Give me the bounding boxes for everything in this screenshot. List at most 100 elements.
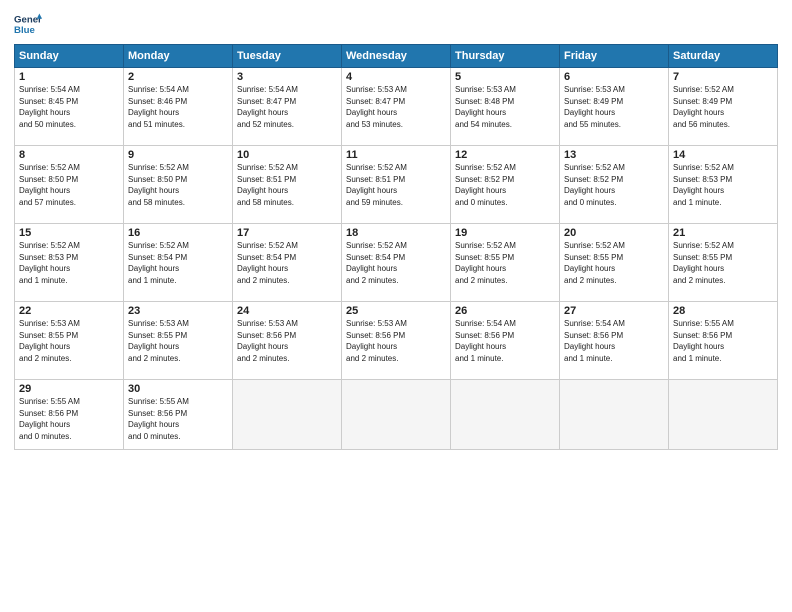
svg-text:General: General [14, 14, 42, 25]
logo-icon: General Blue [14, 10, 42, 38]
calendar-cell: 9 Sunrise: 5:52 AMSunset: 8:50 PMDaylight… [124, 146, 233, 224]
day-info: Sunrise: 5:52 AMSunset: 8:54 PMDaylight … [237, 241, 298, 285]
day-number: 2 [128, 71, 228, 83]
calendar-cell: 18Sunrise: 5:52 AMSunset: 8:54 PMDayligh… [342, 224, 451, 302]
calendar-cell: 26 Sunrise: 5:54 AMSunset: 8:56 PMDayligh… [451, 302, 560, 380]
calendar-cell: 2 Sunrise: 5:54 AMSunset: 8:46 PMDaylight… [124, 68, 233, 146]
day-info: Sunrise: 5:55 AMSunset: 8:56 PMDaylight … [19, 397, 80, 441]
calendar-cell: 27Sunrise: 5:54 AMSunset: 8:56 PMDayligh… [560, 302, 669, 380]
col-header-sunday: Sunday [15, 45, 124, 68]
calendar-cell: 20Sunrise: 5:52 AMSunset: 8:55 PMDayligh… [560, 224, 669, 302]
day-info: Sunrise: 5:52 AMSunset: 8:51 PMDaylight … [346, 163, 407, 207]
day-info: Sunrise: 5:54 AMSunset: 8:56 PMDaylight … [455, 319, 516, 363]
calendar-body: 1 Sunrise: 5:54 AMSunset: 8:45 PMDaylight… [15, 68, 778, 450]
svg-text:Blue: Blue [14, 25, 35, 36]
calendar-cell [233, 380, 342, 450]
day-info: Sunrise: 5:55 AMSunset: 8:56 PMDaylight … [128, 397, 189, 441]
day-number: 9 [128, 149, 228, 161]
calendar-week-5: 29 Sunrise: 5:55 AMSunset: 8:56 PMDayligh… [15, 380, 778, 450]
day-number: 29 [19, 383, 119, 395]
calendar-week-2: 8 Sunrise: 5:52 AMSunset: 8:50 PMDaylight… [15, 146, 778, 224]
calendar-cell: 30 Sunrise: 5:55 AMSunset: 8:56 PMDayligh… [124, 380, 233, 450]
day-number: 4 [346, 71, 446, 83]
day-number: 5 [455, 71, 555, 83]
calendar-cell: 7 Sunrise: 5:52 AMSunset: 8:49 PMDaylight… [669, 68, 778, 146]
day-info: Sunrise: 5:53 AMSunset: 8:56 PMDaylight … [237, 319, 298, 363]
day-number: 1 [19, 71, 119, 83]
calendar-cell: 17 Sunrise: 5:52 AMSunset: 8:54 PMDayligh… [233, 224, 342, 302]
calendar-cell: 16 Sunrise: 5:52 AMSunset: 8:54 PMDayligh… [124, 224, 233, 302]
calendar-cell: 24 Sunrise: 5:53 AMSunset: 8:56 PMDayligh… [233, 302, 342, 380]
day-info: Sunrise: 5:52 AMSunset: 8:55 PMDaylight … [455, 241, 516, 285]
day-number: 25 [346, 305, 446, 317]
day-number: 23 [128, 305, 228, 317]
day-number: 8 [19, 149, 119, 161]
calendar-cell: 4Sunrise: 5:53 AMSunset: 8:47 PMDaylight… [342, 68, 451, 146]
calendar-cell: 12Sunrise: 5:52 AMSunset: 8:52 PMDayligh… [451, 146, 560, 224]
day-info: Sunrise: 5:52 AMSunset: 8:49 PMDaylight … [673, 85, 734, 129]
calendar-cell [669, 380, 778, 450]
day-number: 26 [455, 305, 555, 317]
day-info: Sunrise: 5:54 AMSunset: 8:45 PMDaylight … [19, 85, 80, 129]
day-number: 27 [564, 305, 664, 317]
day-info: Sunrise: 5:54 AMSunset: 8:46 PMDaylight … [128, 85, 189, 129]
calendar-cell: 19 Sunrise: 5:52 AMSunset: 8:55 PMDayligh… [451, 224, 560, 302]
calendar-table: SundayMondayTuesdayWednesdayThursdayFrid… [14, 44, 778, 450]
day-info: Sunrise: 5:53 AMSunset: 8:49 PMDaylight … [564, 85, 625, 129]
day-info: Sunrise: 5:52 AMSunset: 8:55 PMDaylight … [673, 241, 734, 285]
day-number: 30 [128, 383, 228, 395]
day-number: 11 [346, 149, 446, 161]
calendar-week-3: 15 Sunrise: 5:52 AMSunset: 8:53 PMDayligh… [15, 224, 778, 302]
calendar-cell [451, 380, 560, 450]
day-number: 17 [237, 227, 337, 239]
day-number: 16 [128, 227, 228, 239]
col-header-saturday: Saturday [669, 45, 778, 68]
calendar-cell [560, 380, 669, 450]
calendar-cell: 6 Sunrise: 5:53 AMSunset: 8:49 PMDaylight… [560, 68, 669, 146]
calendar-cell: 23 Sunrise: 5:53 AMSunset: 8:55 PMDayligh… [124, 302, 233, 380]
day-info: Sunrise: 5:53 AMSunset: 8:48 PMDaylight … [455, 85, 516, 129]
calendar-cell: 8 Sunrise: 5:52 AMSunset: 8:50 PMDaylight… [15, 146, 124, 224]
day-number: 14 [673, 149, 773, 161]
col-header-wednesday: Wednesday [342, 45, 451, 68]
day-info: Sunrise: 5:53 AMSunset: 8:55 PMDaylight … [19, 319, 80, 363]
day-info: Sunrise: 5:52 AMSunset: 8:52 PMDaylight … [455, 163, 516, 207]
day-number: 3 [237, 71, 337, 83]
day-info: Sunrise: 5:52 AMSunset: 8:53 PMDaylight … [673, 163, 734, 207]
day-number: 6 [564, 71, 664, 83]
day-number: 13 [564, 149, 664, 161]
calendar-week-4: 22 Sunrise: 5:53 AMSunset: 8:55 PMDayligh… [15, 302, 778, 380]
day-info: Sunrise: 5:52 AMSunset: 8:52 PMDaylight … [564, 163, 625, 207]
col-header-friday: Friday [560, 45, 669, 68]
day-number: 10 [237, 149, 337, 161]
calendar-cell: 5 Sunrise: 5:53 AMSunset: 8:48 PMDaylight… [451, 68, 560, 146]
day-info: Sunrise: 5:52 AMSunset: 8:50 PMDaylight … [19, 163, 80, 207]
col-header-tuesday: Tuesday [233, 45, 342, 68]
day-number: 24 [237, 305, 337, 317]
calendar-cell: 1 Sunrise: 5:54 AMSunset: 8:45 PMDaylight… [15, 68, 124, 146]
calendar-cell: 15 Sunrise: 5:52 AMSunset: 8:53 PMDayligh… [15, 224, 124, 302]
col-header-thursday: Thursday [451, 45, 560, 68]
calendar-cell: 3 Sunrise: 5:54 AMSunset: 8:47 PMDaylight… [233, 68, 342, 146]
day-number: 15 [19, 227, 119, 239]
day-info: Sunrise: 5:55 AMSunset: 8:56 PMDaylight … [673, 319, 734, 363]
calendar-cell: 10 Sunrise: 5:52 AMSunset: 8:51 PMDayligh… [233, 146, 342, 224]
page-header: General Blue [14, 10, 778, 38]
calendar-cell [342, 380, 451, 450]
day-number: 21 [673, 227, 773, 239]
calendar-cell: 14 Sunrise: 5:52 AMSunset: 8:53 PMDayligh… [669, 146, 778, 224]
day-number: 19 [455, 227, 555, 239]
day-info: Sunrise: 5:54 AMSunset: 8:47 PMDaylight … [237, 85, 298, 129]
day-info: Sunrise: 5:52 AMSunset: 8:51 PMDaylight … [237, 163, 298, 207]
day-info: Sunrise: 5:52 AMSunset: 8:50 PMDaylight … [128, 163, 189, 207]
day-info: Sunrise: 5:52 AMSunset: 8:54 PMDaylight … [128, 241, 189, 285]
day-number: 22 [19, 305, 119, 317]
day-number: 20 [564, 227, 664, 239]
calendar-cell: 22 Sunrise: 5:53 AMSunset: 8:55 PMDayligh… [15, 302, 124, 380]
calendar-cell: 13 Sunrise: 5:52 AMSunset: 8:52 PMDayligh… [560, 146, 669, 224]
day-info: Sunrise: 5:53 AMSunset: 8:55 PMDaylight … [128, 319, 189, 363]
day-number: 7 [673, 71, 773, 83]
calendar-week-1: 1 Sunrise: 5:54 AMSunset: 8:45 PMDaylight… [15, 68, 778, 146]
day-info: Sunrise: 5:52 AMSunset: 8:53 PMDaylight … [19, 241, 80, 285]
calendar-cell: 21 Sunrise: 5:52 AMSunset: 8:55 PMDayligh… [669, 224, 778, 302]
